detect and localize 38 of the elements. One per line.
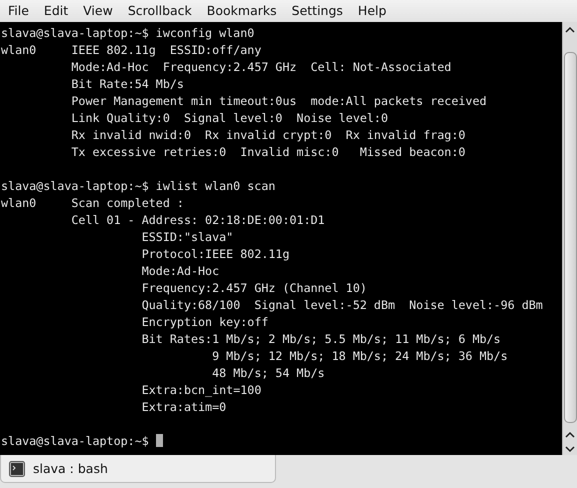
terminal-output: Link Quality:0 Signal level:0 Noise level:0: [70, 111, 388, 125]
terminal-output: wlan0 IEEE 802.11g ESSID:off/any: [1, 43, 262, 57]
terminal-output: Mode:Ad-Hoc: [140, 264, 220, 278]
scroll-up-icon[interactable]: [564, 431, 576, 439]
shell-command: iwlist wlan0 scan: [156, 179, 276, 193]
menu-item[interactable]: Scrollback: [120, 2, 200, 20]
menu-item[interactable]: Edit: [36, 2, 76, 20]
terminal-output: Tx excessive retries:0 Invalid misc:0 Missed beacon:0: [70, 145, 466, 159]
scrollbar-thumb[interactable]: [564, 52, 577, 423]
menu-item[interactable]: Settings: [284, 2, 351, 20]
scroll-up-icon[interactable]: [564, 26, 576, 34]
terminal-output: 9 Mb/s; 12 Mb/s; 18 Mb/s; 24 Mb/s; 36 Mb/s: [211, 349, 508, 363]
terminal-icon: [9, 460, 25, 476]
terminal-output: Mode:Ad-Hoc Frequency:2.457 GHz Cell: Not-Associated: [70, 60, 452, 74]
terminal-output: Bit Rate:54 Mb/s: [70, 77, 184, 91]
shell-prompt: slava@slava-laptop:~$: [1, 434, 149, 448]
shell-prompt: slava@slava-laptop:~$: [1, 26, 149, 40]
terminal-output: ESSID:"slava": [140, 230, 234, 244]
terminal-output: Extra:bcn_int=100: [140, 383, 262, 397]
shell-prompt: slava@slava-laptop:~$: [1, 179, 149, 193]
terminal-output: Rx invalid nwid:0 Rx invalid crypt:0 Rx invalid frag:0: [70, 128, 466, 142]
menu-item[interactable]: File: [1, 2, 37, 20]
terminal-output: 48 Mb/s; 54 Mb/s: [211, 366, 325, 380]
scroll-down-icon[interactable]: [564, 445, 576, 453]
terminal-output: wlan0 Scan completed :: [1, 196, 184, 210]
terminal-output: Frequency:2.457 GHz (Channel 10): [140, 281, 367, 295]
menu-item[interactable]: View: [76, 2, 121, 20]
terminal-output: Power Management min timeout:0us mode:All packets received: [70, 94, 487, 108]
shell-command: iwconfig wlan0: [156, 26, 254, 40]
menu-item[interactable]: Help: [350, 2, 394, 20]
terminal-output: Quality:68/100 Signal level:-52 dBm Noise level:-96 dBm: [140, 298, 543, 312]
menu-item[interactable]: Bookmarks: [200, 2, 285, 20]
terminal-output: Bit Rates:1 Mb/s; 2 Mb/s; 5.5 Mb/s; 11 Mb/s; 6 Mb/s: [140, 332, 501, 346]
terminal-output: Extra:atim=0: [140, 400, 226, 414]
terminal-output: Encryption key:off: [140, 315, 268, 329]
terminal-output: Cell 01 - Address: 02:18:DE:00:01:D1: [70, 213, 325, 227]
terminal-tab[interactable]: slava : bash: [0, 455, 276, 483]
terminal-output: Protocol:IEEE 802.11g: [140, 247, 290, 261]
